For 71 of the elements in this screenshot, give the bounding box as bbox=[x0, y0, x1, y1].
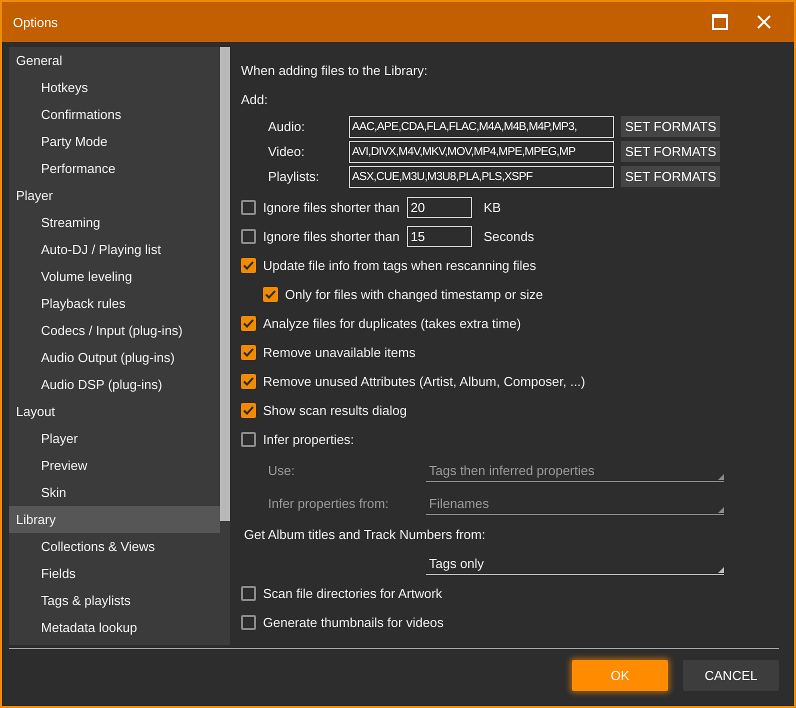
sidebar-item[interactable]: Auto-DJ / Playing list bbox=[9, 236, 220, 263]
sidebar-item[interactable]: Codecs / Input (plug-ins) bbox=[9, 317, 220, 344]
sidebar-item[interactable]: Skin bbox=[9, 479, 220, 506]
format-label: Video: bbox=[268, 144, 306, 159]
dropdown-arrow-icon bbox=[718, 567, 724, 573]
option-label: Scan file directories for Artwork bbox=[263, 586, 442, 601]
number-field[interactable]: 15 bbox=[406, 226, 472, 247]
format-label: Playlists: bbox=[268, 169, 320, 184]
sidebar-item[interactable]: Preview bbox=[9, 452, 220, 479]
sidebar-item[interactable]: Playback rules bbox=[9, 290, 220, 317]
field-label: Infer properties from: bbox=[268, 496, 390, 511]
section-heading: When adding files to the Library: bbox=[241, 62, 428, 80]
set-formats-button[interactable]: SET FORMATS bbox=[621, 116, 720, 137]
option-label: Analyze files for duplicates (takes extra time) bbox=[263, 316, 521, 331]
dropdown-arrow-icon bbox=[718, 506, 724, 512]
option-label: Only for files with changed timestamp or size bbox=[285, 287, 543, 302]
sidebar-item[interactable]: General bbox=[9, 47, 220, 74]
sidebar-item[interactable]: Party Mode bbox=[9, 128, 220, 155]
window-title: Options bbox=[13, 14, 59, 30]
sidebar-item[interactable]: Audio DSP (plug-ins) bbox=[9, 371, 220, 398]
option-label: Generate thumbnails for videos bbox=[263, 615, 444, 630]
option-label: Show scan results dialog bbox=[263, 403, 407, 418]
checkbox[interactable] bbox=[241, 345, 256, 360]
sidebar-item[interactable]: Streaming bbox=[9, 209, 220, 236]
close-icon bbox=[756, 14, 772, 30]
sidebar-item[interactable]: Hotkeys bbox=[9, 74, 220, 101]
checkbox[interactable] bbox=[241, 316, 256, 331]
checkbox[interactable] bbox=[241, 403, 256, 418]
maximize-icon bbox=[712, 14, 728, 30]
checkbox[interactable] bbox=[241, 229, 256, 244]
option-label: Remove unused Attributes (Artist, Album, Composer, ...) bbox=[263, 374, 586, 389]
sidebar-item[interactable]: Metadata lookup bbox=[9, 614, 220, 641]
sidebar-item[interactable]: Audio Output (plug-ins) bbox=[9, 344, 220, 371]
sidebar-item[interactable]: Fields bbox=[9, 560, 220, 587]
sidebar-item[interactable]: Collections & Views bbox=[9, 533, 220, 560]
sidebar-item[interactable]: Performance bbox=[9, 155, 220, 182]
sidebar-item[interactable]: Player bbox=[9, 425, 220, 452]
sidebar-item[interactable]: Library bbox=[9, 506, 220, 533]
sidebar-item[interactable]: Volume leveling bbox=[9, 263, 220, 290]
field-label: Use: bbox=[268, 463, 296, 478]
checkbox[interactable] bbox=[241, 432, 256, 447]
cancel-button[interactable]: CANCEL bbox=[683, 660, 779, 691]
checkbox[interactable] bbox=[241, 615, 256, 630]
option-label: Remove unavailable items bbox=[263, 345, 416, 360]
dropdown[interactable]: Tags only bbox=[426, 553, 724, 575]
checkbox[interactable] bbox=[241, 200, 256, 215]
section-heading: Get Album titles and Track Numbers from: bbox=[244, 527, 486, 542]
checkbox[interactable] bbox=[241, 374, 256, 389]
option-label: Update file info from tags when rescanning files bbox=[263, 258, 536, 273]
unit-label: Seconds bbox=[484, 229, 534, 244]
sidebar-item[interactable]: Tags & playlists bbox=[9, 587, 220, 614]
unit-label: KB bbox=[484, 200, 501, 215]
checkbox[interactable] bbox=[241, 258, 256, 273]
formats-field[interactable]: AAC,APE,CDA,FLA,FLAC,M4A,M4B,M4P,MP3, bbox=[349, 116, 614, 138]
sidebar-item[interactable]: Player bbox=[9, 182, 220, 209]
option-label: Ignore files shorter than bbox=[263, 200, 400, 215]
format-label: Audio: bbox=[268, 119, 306, 134]
add-label: Add: bbox=[241, 91, 269, 109]
sidebar-item[interactable]: Confirmations bbox=[9, 101, 220, 128]
dropdown-arrow-icon bbox=[718, 474, 724, 480]
checkbox[interactable] bbox=[241, 586, 256, 601]
scrollbar-thumb[interactable] bbox=[220, 47, 230, 521]
set-formats-button[interactable]: SET FORMATS bbox=[621, 166, 720, 187]
option-label: Ignore files shorter than bbox=[263, 229, 400, 244]
formats-field[interactable]: ASX,CUE,M3U,M3U8,PLA,PLS,XSPF bbox=[349, 166, 614, 188]
checkbox[interactable] bbox=[263, 287, 278, 302]
set-formats-button[interactable]: SET FORMATS bbox=[621, 141, 720, 162]
option-label: Infer properties: bbox=[263, 432, 354, 447]
sidebar-item[interactable]: Layout bbox=[9, 398, 220, 425]
formats-field[interactable]: AVI,DIVX,M4V,MKV,MOV,MP4,MPE,MPEG,MP bbox=[349, 140, 614, 162]
number-field[interactable]: 20 bbox=[406, 197, 472, 218]
